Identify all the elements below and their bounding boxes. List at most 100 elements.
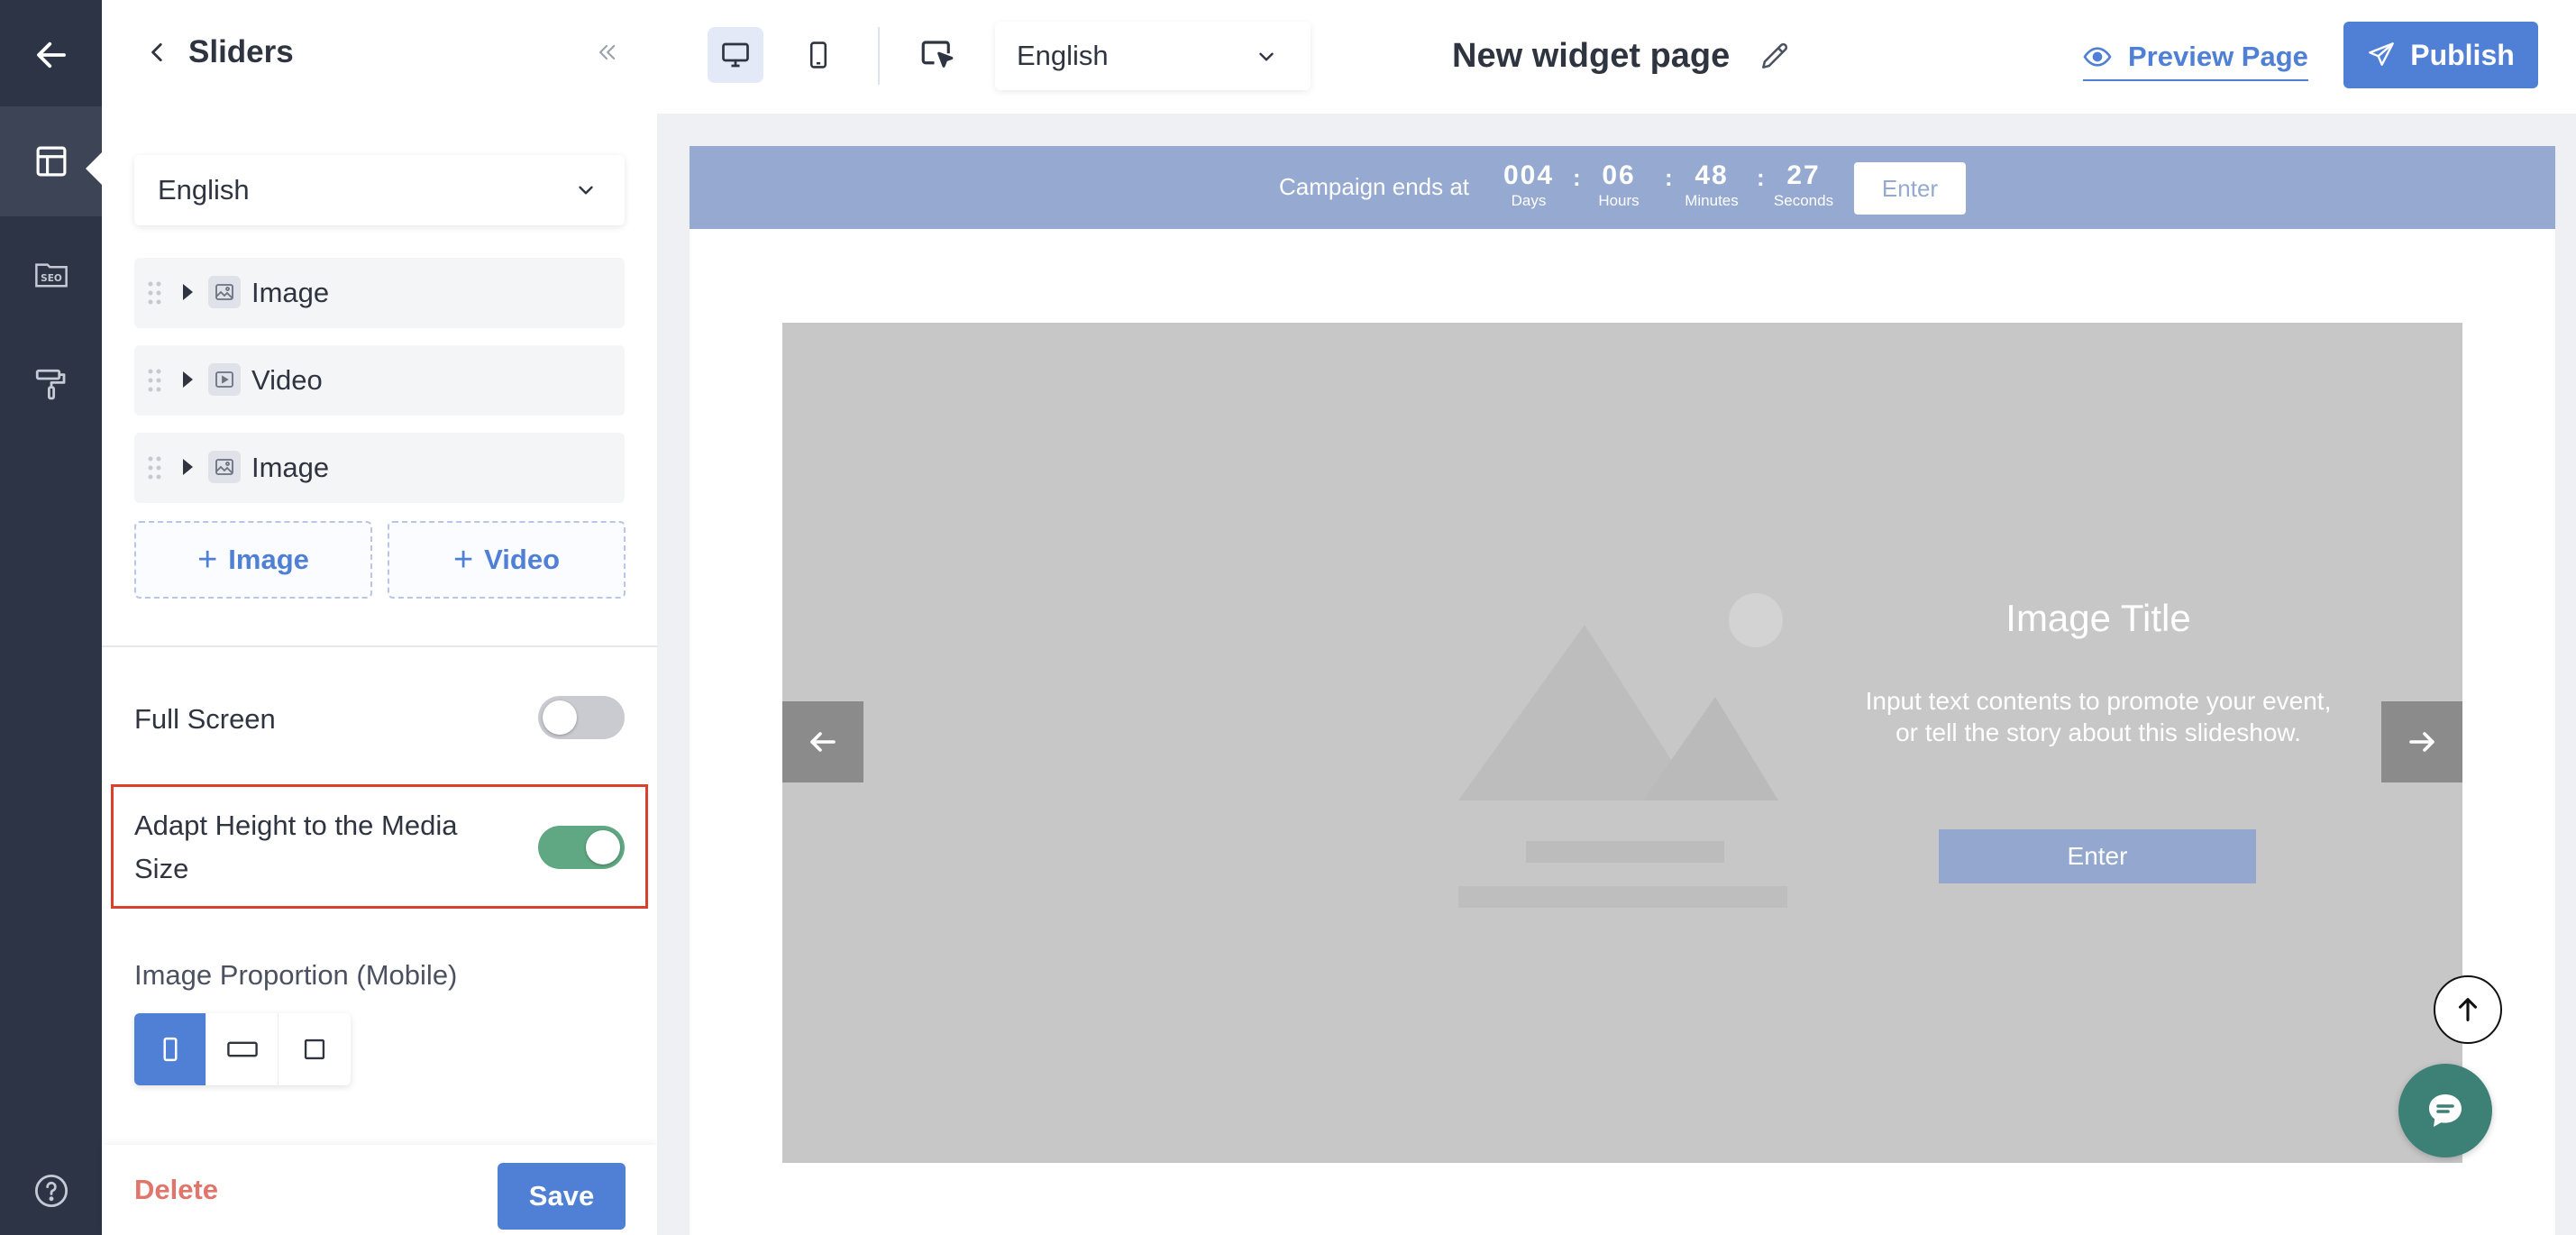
expand-caret-icon[interactable]: [183, 459, 193, 475]
chat-bubble-icon: [2429, 1094, 2462, 1127]
media-item[interactable]: Image: [134, 258, 625, 328]
proportion-square-button[interactable]: [279, 1013, 351, 1085]
help-button[interactable]: [0, 1138, 102, 1235]
media-item[interactable]: Video: [134, 345, 625, 416]
proportion-portrait-button[interactable]: [134, 1013, 206, 1085]
slide-enter-button[interactable]: Enter: [1939, 829, 2256, 883]
plus-icon: +: [452, 541, 474, 579]
preview-page-button[interactable]: Preview Page: [2083, 34, 2308, 81]
chevron-down-icon: [1259, 52, 1274, 61]
video-icon: [208, 363, 241, 396]
countdown-separator: :: [1757, 164, 1765, 191]
media-item-label: Image: [251, 277, 330, 308]
slider-slide[interactable]: Image Title Input text contents to promo…: [782, 323, 2462, 1163]
panel-footer: Delete Save: [102, 1145, 657, 1235]
save-button[interactable]: Save: [498, 1163, 626, 1230]
campaign-enter-button[interactable]: Enter: [1854, 162, 1966, 215]
seo-icon: SEO: [34, 263, 68, 288]
pencil-icon: [1762, 42, 1788, 69]
countdown-seconds: 27 Seconds: [1769, 160, 1838, 211]
full-screen-toggle[interactable]: [538, 696, 625, 739]
media-item-label: Image: [251, 452, 330, 483]
panel-title: Sliders: [188, 34, 294, 69]
settings-panel: Sliders English Image Video Image + Imag…: [102, 0, 657, 1235]
active-indicator: [86, 152, 102, 185]
full-screen-label: Full Screen: [134, 703, 276, 735]
adapt-height-label: Adapt Height to the Media Size: [134, 804, 457, 891]
publish-button[interactable]: Publish: [2343, 22, 2538, 88]
add-video-label: Video: [484, 544, 561, 575]
countdown-minutes-label: Minutes: [1685, 192, 1739, 209]
language-select[interactable]: English: [134, 155, 625, 225]
delete-button[interactable]: Delete: [134, 1168, 218, 1212]
expand-caret-icon[interactable]: [183, 371, 193, 388]
image-icon: [208, 276, 241, 308]
send-icon: [2369, 42, 2395, 66]
desktop-view-button[interactable]: [708, 27, 763, 83]
rail-item-seo[interactable]: SEO: [0, 220, 102, 330]
mobile-icon: [809, 41, 827, 69]
select-element-button[interactable]: [909, 27, 965, 83]
chat-button[interactable]: [2398, 1064, 2492, 1157]
slide-prev-button[interactable]: [782, 701, 863, 782]
drag-handle-icon[interactable]: [147, 279, 163, 306]
chevron-down-icon: [579, 186, 593, 195]
toolbar-separator: [878, 27, 880, 85]
arrow-left-icon: [810, 732, 836, 752]
edit-title-button[interactable]: [1755, 36, 1795, 76]
expand-caret-icon[interactable]: [183, 284, 193, 300]
page-preview: Campaign ends at 004 Days : 06 Hours : 4…: [690, 146, 2555, 1235]
image-proportion-label: Image Proportion (Mobile): [134, 959, 458, 991]
arrow-up-icon: [2458, 998, 2478, 1021]
campaign-bar[interactable]: Campaign ends at 004 Days : 06 Hours : 4…: [690, 146, 2555, 229]
toggle-knob: [586, 830, 620, 864]
panel-back-button[interactable]: [138, 32, 178, 72]
double-chevron-left-icon: [598, 44, 616, 60]
countdown-days-label: Days: [1511, 192, 1547, 209]
countdown-days: 004 Days: [1497, 160, 1560, 211]
countdown-separator: :: [1665, 164, 1673, 191]
chevron-left-icon: [151, 42, 162, 62]
adapt-height-label-line2: Size: [134, 853, 189, 884]
top-language-select[interactable]: English: [995, 22, 1311, 90]
media-item[interactable]: Image: [134, 433, 625, 503]
divider: [102, 645, 657, 647]
arrow-right-icon: [2409, 732, 2434, 752]
page-title: New widget page: [1452, 37, 1731, 75]
svg-text:SEO: SEO: [41, 273, 62, 284]
language-select-value: English: [158, 174, 250, 206]
back-button[interactable]: [0, 0, 102, 110]
drag-handle-icon[interactable]: [147, 367, 163, 394]
eye-icon: [2083, 47, 2112, 67]
toggle-knob: [543, 700, 577, 735]
countdown-seconds-label: Seconds: [1773, 192, 1834, 209]
add-video-button[interactable]: + Video: [388, 521, 626, 599]
scroll-to-top-button[interactable]: [2434, 975, 2502, 1044]
cursor-select-icon: [921, 41, 954, 68]
media-item-label: Video: [251, 364, 323, 396]
layout-icon: [36, 146, 66, 177]
countdown-days-value: 004: [1503, 160, 1555, 190]
drag-handle-icon[interactable]: [147, 454, 163, 481]
image-icon: [208, 451, 241, 483]
collapse-panel-button[interactable]: [589, 34, 625, 70]
mobile-view-button[interactable]: [790, 27, 846, 83]
countdown-minutes: 48 Minutes: [1677, 160, 1746, 211]
rail-item-theme[interactable]: [0, 330, 102, 440]
preview-page-label: Preview Page: [2128, 41, 2308, 72]
slide-next-button[interactable]: [2381, 701, 2462, 782]
landscape-icon: [226, 1041, 258, 1057]
countdown-seconds-value: 27: [1786, 160, 1821, 190]
plus-icon: +: [197, 541, 218, 579]
top-language-value: English: [1017, 40, 1109, 71]
square-icon: [304, 1038, 325, 1060]
slide-title: Image Title: [2005, 597, 2191, 639]
arrow-left-icon: [36, 41, 66, 69]
add-image-button[interactable]: + Image: [134, 521, 372, 599]
add-image-label: Image: [228, 544, 309, 575]
adapt-height-toggle[interactable]: [538, 826, 625, 869]
proportion-landscape-button[interactable]: [206, 1013, 279, 1085]
slide-description: Input text contents to promote your even…: [1865, 687, 2332, 746]
proportion-selector: [134, 1013, 351, 1085]
countdown-hours-label: Hours: [1598, 192, 1640, 209]
